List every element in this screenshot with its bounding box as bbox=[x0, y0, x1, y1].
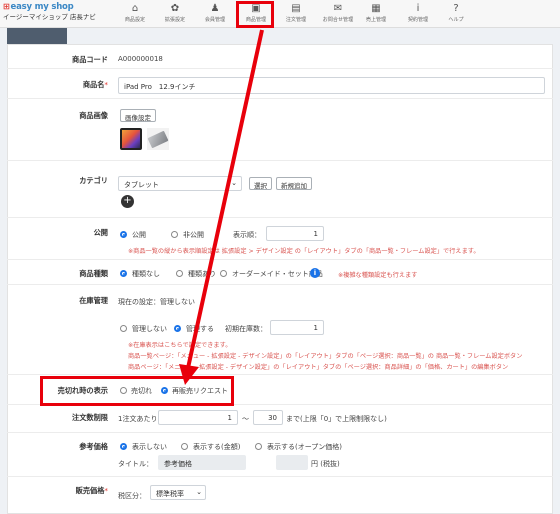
stock-radio-on[interactable] bbox=[174, 325, 181, 332]
order-limit-prefix: 1注文あたり bbox=[118, 415, 158, 423]
category-add-button[interactable]: 新規追加 bbox=[276, 177, 312, 190]
highlight-product-management-nav bbox=[236, 1, 274, 28]
initial-stock-label: 初期在庫数： bbox=[225, 325, 267, 333]
order-limit-min-input[interactable]: 1 bbox=[158, 410, 238, 425]
ref-price-radio-open[interactable] bbox=[255, 443, 262, 450]
image-settings-button[interactable]: 画像設定 bbox=[120, 109, 156, 122]
highlight-soldout-display bbox=[40, 376, 234, 406]
ref-price-radio-hide[interactable] bbox=[120, 443, 127, 450]
stock-note-2: 商品一覧ページ：「メニュー - 拡張設定 - デザイン設定」の「レイアウト」タブ… bbox=[128, 353, 523, 360]
type-radio-with[interactable] bbox=[176, 270, 183, 277]
user-icon: ♟ bbox=[210, 3, 220, 14]
ref-price-title-input[interactable]: 参考価格 bbox=[158, 455, 246, 470]
label-order-limit: 注文数制限 bbox=[72, 413, 108, 422]
nav-item-help[interactable]: ? ヘルプ bbox=[436, 2, 476, 26]
stock-option-off: 管理しない bbox=[132, 325, 167, 333]
nav-item-contract-management[interactable]: i 契約管理 bbox=[398, 2, 438, 26]
display-order-label: 表示順： bbox=[233, 231, 261, 239]
ref-price-option-open: 表示する(オープン価格) bbox=[267, 443, 343, 451]
gear-icon: ✿ bbox=[170, 3, 180, 14]
mail-icon: ✉ bbox=[333, 3, 343, 14]
nav-item-extended-settings[interactable]: ✿ 拡張設定 bbox=[155, 2, 195, 26]
calculator-icon: ▦ bbox=[371, 3, 381, 14]
brand-logo[interactable]: ⊞easy my shop イージーマイショップ 店長ナビ bbox=[3, 2, 96, 21]
ref-price-amount-input[interactable] bbox=[276, 455, 308, 470]
brand-name: easy my shop bbox=[10, 2, 74, 12]
type-option-with: 種類あり bbox=[188, 270, 216, 278]
order-limit-max-input[interactable]: 30 bbox=[253, 410, 283, 425]
nav-item-inquiry-management[interactable]: ✉ お問合せ管理 bbox=[318, 2, 358, 26]
publish-radio-private[interactable] bbox=[171, 231, 178, 238]
stock-option-on: 管理する bbox=[186, 325, 214, 333]
category-select-button[interactable]: 選択 bbox=[249, 177, 272, 190]
ref-price-unit: 円 (税抜) bbox=[311, 460, 340, 468]
label-publish: 公開 bbox=[93, 228, 108, 237]
order-limit-suffix: まで(上限「0」で上限制限なし) bbox=[286, 415, 387, 423]
type-option-none: 種類なし bbox=[132, 270, 160, 278]
tax-category-label: 税区分： bbox=[118, 492, 146, 500]
category-select[interactable]: タブレット ⌄ bbox=[118, 176, 242, 191]
initial-stock-input[interactable]: 1 bbox=[270, 320, 324, 335]
info-icon: i bbox=[416, 3, 420, 14]
ref-price-option-amount: 表示する(金額) bbox=[193, 443, 241, 451]
type-radio-custom[interactable] bbox=[220, 270, 227, 277]
document-icon: ▤ bbox=[291, 3, 301, 14]
logo-mark-icon: ⊞ bbox=[3, 2, 10, 11]
question-icon: ? bbox=[453, 3, 459, 14]
chevron-down-icon: ⌄ bbox=[231, 179, 237, 187]
info-icon[interactable]: i bbox=[310, 268, 320, 278]
nav-item-member-management[interactable]: ♟ 会員管理 bbox=[195, 2, 235, 26]
product-code-value: A000000018 bbox=[118, 55, 163, 63]
publish-note: ※商品一覧の縦から表示順設定は 拡張設定 > デザイン設定 の「レイアウト」タブ… bbox=[128, 248, 480, 255]
brand-subtitle: イージーマイショップ 店長ナビ bbox=[3, 12, 96, 21]
page-header-strip bbox=[7, 28, 67, 44]
type-radio-none[interactable] bbox=[120, 270, 127, 277]
display-order-input[interactable]: 1 bbox=[266, 226, 324, 241]
publish-option-private: 非公開 bbox=[183, 231, 204, 239]
type-note: ※複雑な種類設定も行えます bbox=[338, 272, 418, 279]
ref-price-radio-amount[interactable] bbox=[181, 443, 188, 450]
row-product-image bbox=[7, 99, 553, 161]
label-product-image: 商品画像 bbox=[79, 111, 108, 120]
product-name-input[interactable]: iPad Pro 12.9インチ bbox=[118, 77, 545, 94]
order-limit-separator: ～ bbox=[242, 415, 249, 423]
stock-note-3: 商品ページ：「メニュー - 拡張設定 - デザイン設定」の「レイアウト」タブの「… bbox=[128, 364, 509, 371]
label-category: カテゴリ bbox=[79, 176, 108, 185]
product-thumbnail-1[interactable] bbox=[120, 128, 142, 150]
label-product-type: 商品種類 bbox=[79, 269, 108, 278]
label-product-name: 商品名* bbox=[82, 80, 108, 89]
top-navigation-bar: ⊞easy my shop イージーマイショップ 店長ナビ ⌂ 商品設定 ✿ 拡張設… bbox=[0, 0, 560, 28]
stock-radio-off[interactable] bbox=[120, 325, 127, 332]
label-stock-management: 在庫管理 bbox=[79, 296, 108, 305]
label-product-code: 商品コード bbox=[72, 55, 108, 64]
publish-option-public: 公開 bbox=[132, 231, 146, 239]
publish-radio-public[interactable] bbox=[120, 231, 127, 238]
stock-note-1: ※在庫表示はこちらで設定できます。 bbox=[128, 342, 232, 349]
nav-item-sales-management[interactable]: ▦ 売上管理 bbox=[356, 2, 396, 26]
label-reference-price: 参考価格 bbox=[79, 442, 108, 451]
stock-current-setting: 現在の設定：管理しない bbox=[118, 298, 195, 306]
ref-price-option-hide: 表示しない bbox=[132, 443, 167, 451]
label-sale-price: 販売価格* bbox=[75, 486, 108, 495]
add-category-icon[interactable]: + bbox=[121, 195, 134, 208]
nav-item-product-settings[interactable]: ⌂ 商品設定 bbox=[115, 2, 155, 26]
nav-item-order-management[interactable]: ▤ 注文管理 bbox=[276, 2, 316, 26]
ref-price-title-label: タイトル： bbox=[118, 460, 153, 468]
home-icon: ⌂ bbox=[131, 3, 139, 14]
tax-category-select[interactable]: 標準税率 ⌄ bbox=[150, 485, 206, 500]
chevron-down-icon: ⌄ bbox=[196, 488, 202, 496]
product-thumbnail-2[interactable] bbox=[147, 128, 169, 150]
